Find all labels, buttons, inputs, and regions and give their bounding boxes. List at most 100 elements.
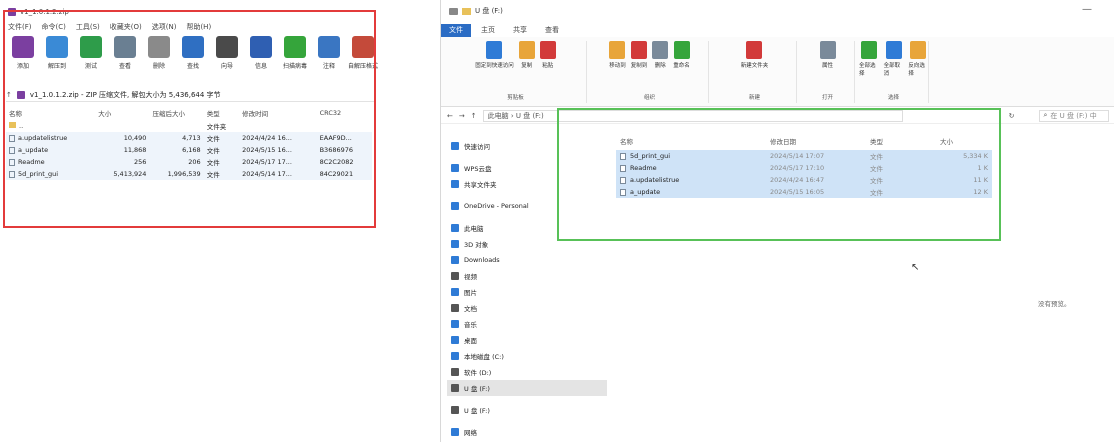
highlight-box-green (557, 108, 1001, 241)
nav-item-label: 文档 (464, 305, 477, 313)
nav-item-label: U 盘 (F:) (464, 407, 490, 415)
nav-item[interactable]: 音乐 (447, 316, 607, 332)
ribbon-button[interactable]: 粘贴 (539, 41, 556, 69)
search-field[interactable]: ⌕ 在 U 盘 (F:) 中 (1038, 109, 1109, 122)
ribbon-button[interactable]: 复制到 (630, 41, 648, 69)
folder-icon (462, 7, 471, 15)
nav-item-label: OneDrive - Personal (464, 202, 529, 210)
ribbon-button-label: 新建文件夹 (740, 63, 769, 69)
star-icon (451, 142, 459, 150)
tab-3[interactable]: 查看 (537, 24, 567, 37)
forward-arrow-icon[interactable]: → (459, 112, 465, 120)
nav-item-label: 本地磁盘 (C:) (464, 353, 504, 361)
ribbon-button-icon (630, 41, 647, 59)
tab-1[interactable]: 主页 (473, 24, 503, 37)
ribbon-button-icon (673, 41, 690, 59)
ribbon-button[interactable]: 删除 (652, 41, 669, 69)
nav-item-label: 此电脑 (464, 225, 484, 233)
desktop-icon (451, 336, 459, 344)
share-icon (451, 180, 459, 188)
mouse-cursor-icon: ↖ (911, 262, 920, 273)
ribbon-button-label: 删除 (654, 63, 666, 69)
ribbon-button-icon (609, 41, 626, 59)
ribbon-button[interactable]: 属性 (819, 41, 836, 69)
ribbon-button[interactable]: 新建文件夹 (740, 41, 769, 69)
ribbon-button[interactable]: 复制 (518, 41, 535, 69)
nav-item[interactable]: Downloads (447, 252, 607, 268)
ribbon-button-label: 复制 (521, 63, 533, 69)
ribbon-button[interactable]: 全部选择 (859, 41, 879, 77)
ribbon-button[interactable]: 重命名 (673, 41, 690, 69)
ribbon-button-label: 移动到 (609, 63, 626, 69)
search-icon: ⌕ (1043, 111, 1048, 119)
explorer-ribbon-tabs: 文件 主页 共享 查看 (441, 24, 567, 37)
nav-item[interactable]: 文档 (447, 300, 607, 316)
back-arrow-icon[interactable]: ← (447, 112, 453, 120)
ribbon-button-label: 固定到快速访问 (475, 63, 514, 69)
ribbon-group-label: 打开 (821, 95, 833, 101)
ribbon-button-label: 属性 (821, 63, 833, 69)
cube-icon (451, 240, 459, 248)
nav-item[interactable]: 桌面 (447, 332, 607, 348)
refresh-icon[interactable]: ↻ (1009, 112, 1015, 120)
nav-item[interactable]: 软件 (D:) (447, 364, 607, 380)
ribbon-button-icon (860, 41, 877, 59)
nav-item[interactable]: 图片 (447, 284, 607, 300)
music-icon (451, 320, 459, 328)
nav-item[interactable]: 视频 (447, 268, 607, 284)
ribbon-group: 新建文件夹 新建 (713, 41, 797, 103)
ribbon-group-label: 新建 (748, 95, 760, 101)
up-arrow-icon[interactable]: ↑ (471, 112, 477, 120)
ribbon-button-icon (539, 41, 556, 59)
nav-item-label: 图片 (464, 289, 477, 297)
document-icon (451, 304, 459, 312)
nav-item-label: 视频 (464, 273, 477, 281)
usb-drive-icon (451, 384, 459, 392)
drive-icon (451, 352, 459, 360)
ribbon-button-label: 复制到 (630, 63, 648, 69)
ribbon-button-icon (486, 41, 503, 59)
nav-item[interactable]: U 盘 (F:) (447, 380, 607, 396)
ribbon-button-label: 反向选择 (908, 63, 925, 77)
nav-item-label: 桌面 (464, 337, 477, 345)
nav-item-label: WPS云盘 (464, 165, 492, 173)
ribbon-button[interactable]: 全部取消 (884, 41, 904, 77)
address-path: 此电脑 › U 盘 (F:) (487, 111, 544, 120)
explorer-window: U 盘 (F:) — 文件 主页 共享 查看 固定到快速访问 复制 粘贴剪贴板 移动到 复制到… (440, 0, 1114, 442)
highlight-box-red (3, 10, 376, 228)
winrar-window: v1_1.0.1.2.zip 文件(F) 命令(C) 工具(S) 收藏夹(O) 选项(N… (0, 0, 438, 442)
ribbon-button[interactable]: 固定到快速访问 (475, 41, 514, 69)
ribbon-group: 固定到快速访问 复制 粘贴剪贴板 (445, 41, 587, 103)
nav-item[interactable]: U 盘 (F:) (447, 402, 607, 418)
usb-drive-icon (451, 406, 459, 414)
ribbon-button-icon (746, 41, 763, 59)
cloud-icon (451, 164, 459, 172)
onedrive-icon (451, 202, 459, 210)
tab-0[interactable]: 文件 (441, 24, 471, 37)
tab-2[interactable]: 共享 (505, 24, 535, 37)
search-placeholder: 在 U 盘 (F:) 中 (1050, 111, 1097, 120)
network-icon (451, 428, 459, 436)
explorer-title-bar: U 盘 (F:) (449, 6, 503, 16)
ribbon-group: 全部选择 全部取消 反向选择 选择 (859, 41, 929, 103)
ribbon-button-icon (518, 41, 535, 59)
picture-icon (451, 288, 459, 296)
ribbon-group-label: 组织 (643, 95, 655, 101)
video-icon (451, 272, 459, 280)
ribbon-button[interactable]: 移动到 (609, 41, 626, 69)
ribbon-button-icon (819, 41, 836, 59)
ribbon-group-label: 剪贴板 (507, 95, 524, 101)
ribbon-button-label: 粘贴 (542, 63, 554, 69)
minimize-icon[interactable]: — (1082, 4, 1092, 15)
preview-status: 没有预览。 (1038, 300, 1071, 308)
drive-icon (451, 368, 459, 376)
explorer-ribbon: 固定到快速访问 复制 粘贴 剪贴板 移动到 复制到 删除 重命名 组织 新建文件夹 新建 属性 打开 全部… (441, 37, 1114, 107)
ribbon-button[interactable]: 反向选择 (908, 41, 928, 77)
nav-item-label: 音乐 (464, 321, 477, 329)
explorer-title: U 盘 (F:) (475, 7, 503, 15)
nav-item-label: U 盘 (F:) (464, 385, 490, 393)
nav-item[interactable]: 网络 (447, 424, 607, 440)
nav-item[interactable]: 本地磁盘 (C:) (447, 348, 607, 364)
ribbon-group: 属性 打开 (801, 41, 855, 103)
ribbon-button-icon (885, 41, 902, 59)
